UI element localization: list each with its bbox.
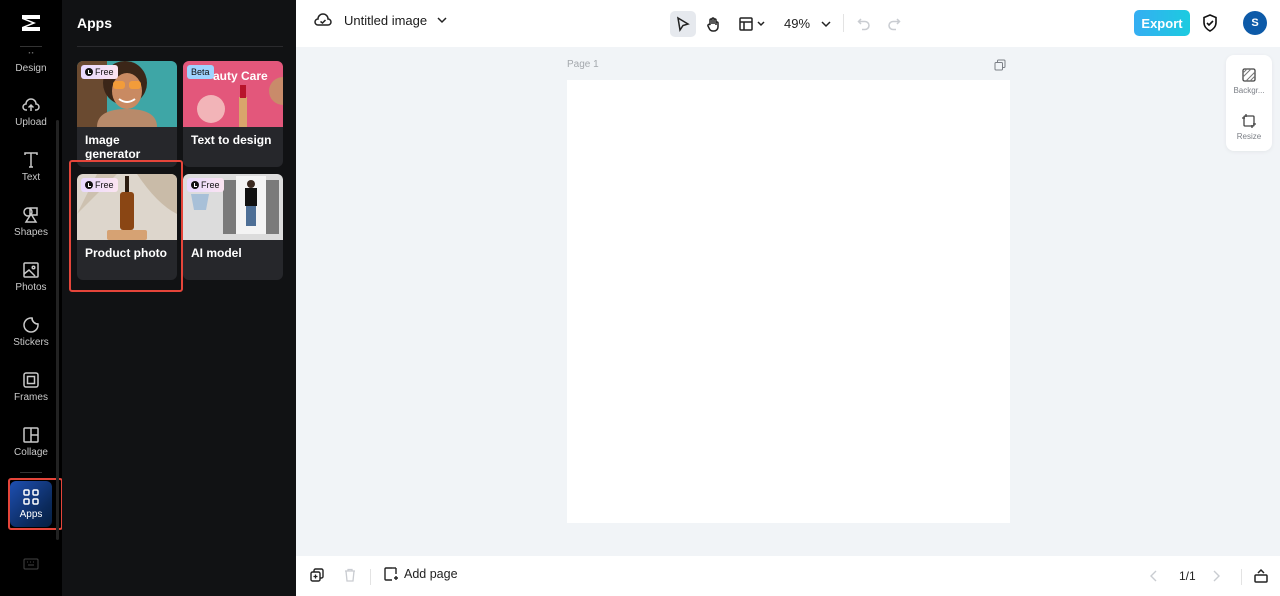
rail-item-label: Upload <box>15 117 47 128</box>
zoom-dropdown-button[interactable] <box>816 11 836 37</box>
text-icon <box>24 152 38 168</box>
next-page-icon[interactable] <box>1212 570 1220 582</box>
hand-icon <box>707 17 719 32</box>
chevron-down-icon <box>821 20 831 27</box>
document-title[interactable]: Untitled image <box>344 13 427 28</box>
cursor-icon <box>676 16 690 32</box>
user-avatar[interactable]: S <box>1243 11 1267 35</box>
top-bar: Untitled image 49% Export S <box>296 0 1280 47</box>
app-card-image-generator[interactable]: Free Image generator <box>77 61 177 167</box>
collapse-pages-icon[interactable] <box>1253 568 1269 584</box>
duplicate-icon[interactable] <box>310 568 324 582</box>
chevron-down-icon <box>757 21 765 27</box>
bottom-bar: Add page 1/1 <box>296 556 1280 596</box>
rail-item-text[interactable]: Text <box>6 142 56 192</box>
free-badge: Free <box>187 178 224 192</box>
bottom-divider <box>370 569 371 585</box>
cloud-saved-icon <box>314 13 332 26</box>
photo-icon <box>23 262 39 278</box>
app-label: Image generator <box>85 133 141 161</box>
shield-check-icon[interactable] <box>1202 14 1218 32</box>
add-page-button[interactable]: Add page <box>384 567 458 581</box>
design-icon <box>28 52 34 54</box>
zoom-level[interactable]: 49% <box>784 16 810 31</box>
panel-title: Apps <box>77 15 112 31</box>
redo-icon <box>888 18 901 31</box>
free-badge: Free <box>81 178 118 192</box>
svg-text:auty Care: auty Care <box>213 69 268 83</box>
rail-item-frames[interactable]: Frames <box>6 362 56 412</box>
add-page-label: Add page <box>404 567 458 581</box>
rail-item-label: Stickers <box>13 337 49 348</box>
rail-item-upload[interactable]: Upload <box>6 87 56 137</box>
rail-item-label: Design <box>15 63 47 74</box>
toolbar-divider <box>843 14 844 32</box>
select-tool-button[interactable] <box>670 11 696 37</box>
app-label: AI model <box>191 246 242 260</box>
rail-item-photos[interactable]: Photos <box>6 252 56 302</box>
export-button[interactable]: Export <box>1134 10 1190 36</box>
redo-button[interactable] <box>884 11 904 37</box>
resize-icon <box>1242 113 1256 128</box>
undo-button[interactable] <box>854 11 874 37</box>
rail-item-apps[interactable]: Apps <box>10 481 52 527</box>
app-card-ai-model[interactable]: Free AI model <box>183 174 283 280</box>
previous-page-icon[interactable] <box>1150 570 1158 582</box>
rail-item-label: Shapes <box>14 227 48 238</box>
left-rail: Design Upload Text Shapes Photos Sticker… <box>0 0 63 596</box>
bottom-divider <box>1241 569 1242 585</box>
add-page-icon <box>384 567 398 581</box>
chevron-down-icon[interactable] <box>437 16 447 24</box>
clock-icon <box>191 181 199 189</box>
rail-divider <box>20 472 42 473</box>
trash-icon[interactable] <box>343 568 357 582</box>
layout-dropdown-button[interactable] <box>734 11 770 37</box>
free-badge: Free <box>81 65 118 79</box>
rail-item-collage[interactable]: Collage <box>6 417 56 467</box>
background-tool-label: Backgr... <box>1233 85 1265 95</box>
shapes-icon <box>23 207 38 223</box>
rail-item-label: Apps <box>19 509 43 520</box>
beta-badge: Beta <box>187 65 214 79</box>
rail-item-shapes[interactable]: Shapes <box>6 197 56 247</box>
panel-divider <box>77 46 283 47</box>
app-card-product-photo[interactable]: Free Product photo <box>77 174 177 280</box>
rail-item-design[interactable]: Design <box>6 38 56 88</box>
apps-grid-icon <box>23 489 39 505</box>
document-title-group[interactable]: Untitled image <box>314 12 447 28</box>
layout-icon <box>739 17 753 31</box>
rail-item-label: Collage <box>14 447 48 458</box>
page-label: Page 1 <box>567 59 599 70</box>
keyboard-icon[interactable] <box>23 558 39 570</box>
background-icon <box>1242 67 1256 82</box>
side-tools-panel: Backgr... Resize <box>1226 55 1272 151</box>
background-tool-button[interactable]: Backgr... <box>1226 61 1272 101</box>
design-page[interactable] <box>567 80 1010 523</box>
app-label: Product photo <box>85 246 167 260</box>
rail-item-label: Text <box>21 172 41 183</box>
apps-panel: Apps Free Image generator auty Care Beta… <box>62 0 296 596</box>
resize-tool-label: Resize <box>1236 131 1262 141</box>
app-card-text-to-design[interactable]: auty Care Beta Text to design <box>183 61 283 167</box>
app-label: Text to design <box>191 133 272 147</box>
rail-scrollbar[interactable] <box>56 120 59 540</box>
undo-icon <box>857 18 870 31</box>
sticker-icon <box>23 317 39 333</box>
rail-item-stickers[interactable]: Stickers <box>6 307 56 357</box>
duplicate-page-icon[interactable] <box>994 59 1006 71</box>
hand-tool-button[interactable] <box>700 11 726 37</box>
frame-icon <box>23 372 39 388</box>
page-count: 1/1 <box>1179 569 1196 583</box>
rail-item-label: Photos <box>15 282 47 293</box>
clock-icon <box>85 181 93 189</box>
rail-item-label: Frames <box>14 392 48 403</box>
collage-icon <box>23 427 39 443</box>
upload-cloud-icon <box>22 98 40 111</box>
canvas-area[interactable]: Page 1 Backgr... Resize <box>296 47 1280 556</box>
resize-tool-button[interactable]: Resize <box>1226 107 1272 147</box>
capcut-logo-icon[interactable] <box>19 12 43 34</box>
clock-icon <box>85 68 93 76</box>
